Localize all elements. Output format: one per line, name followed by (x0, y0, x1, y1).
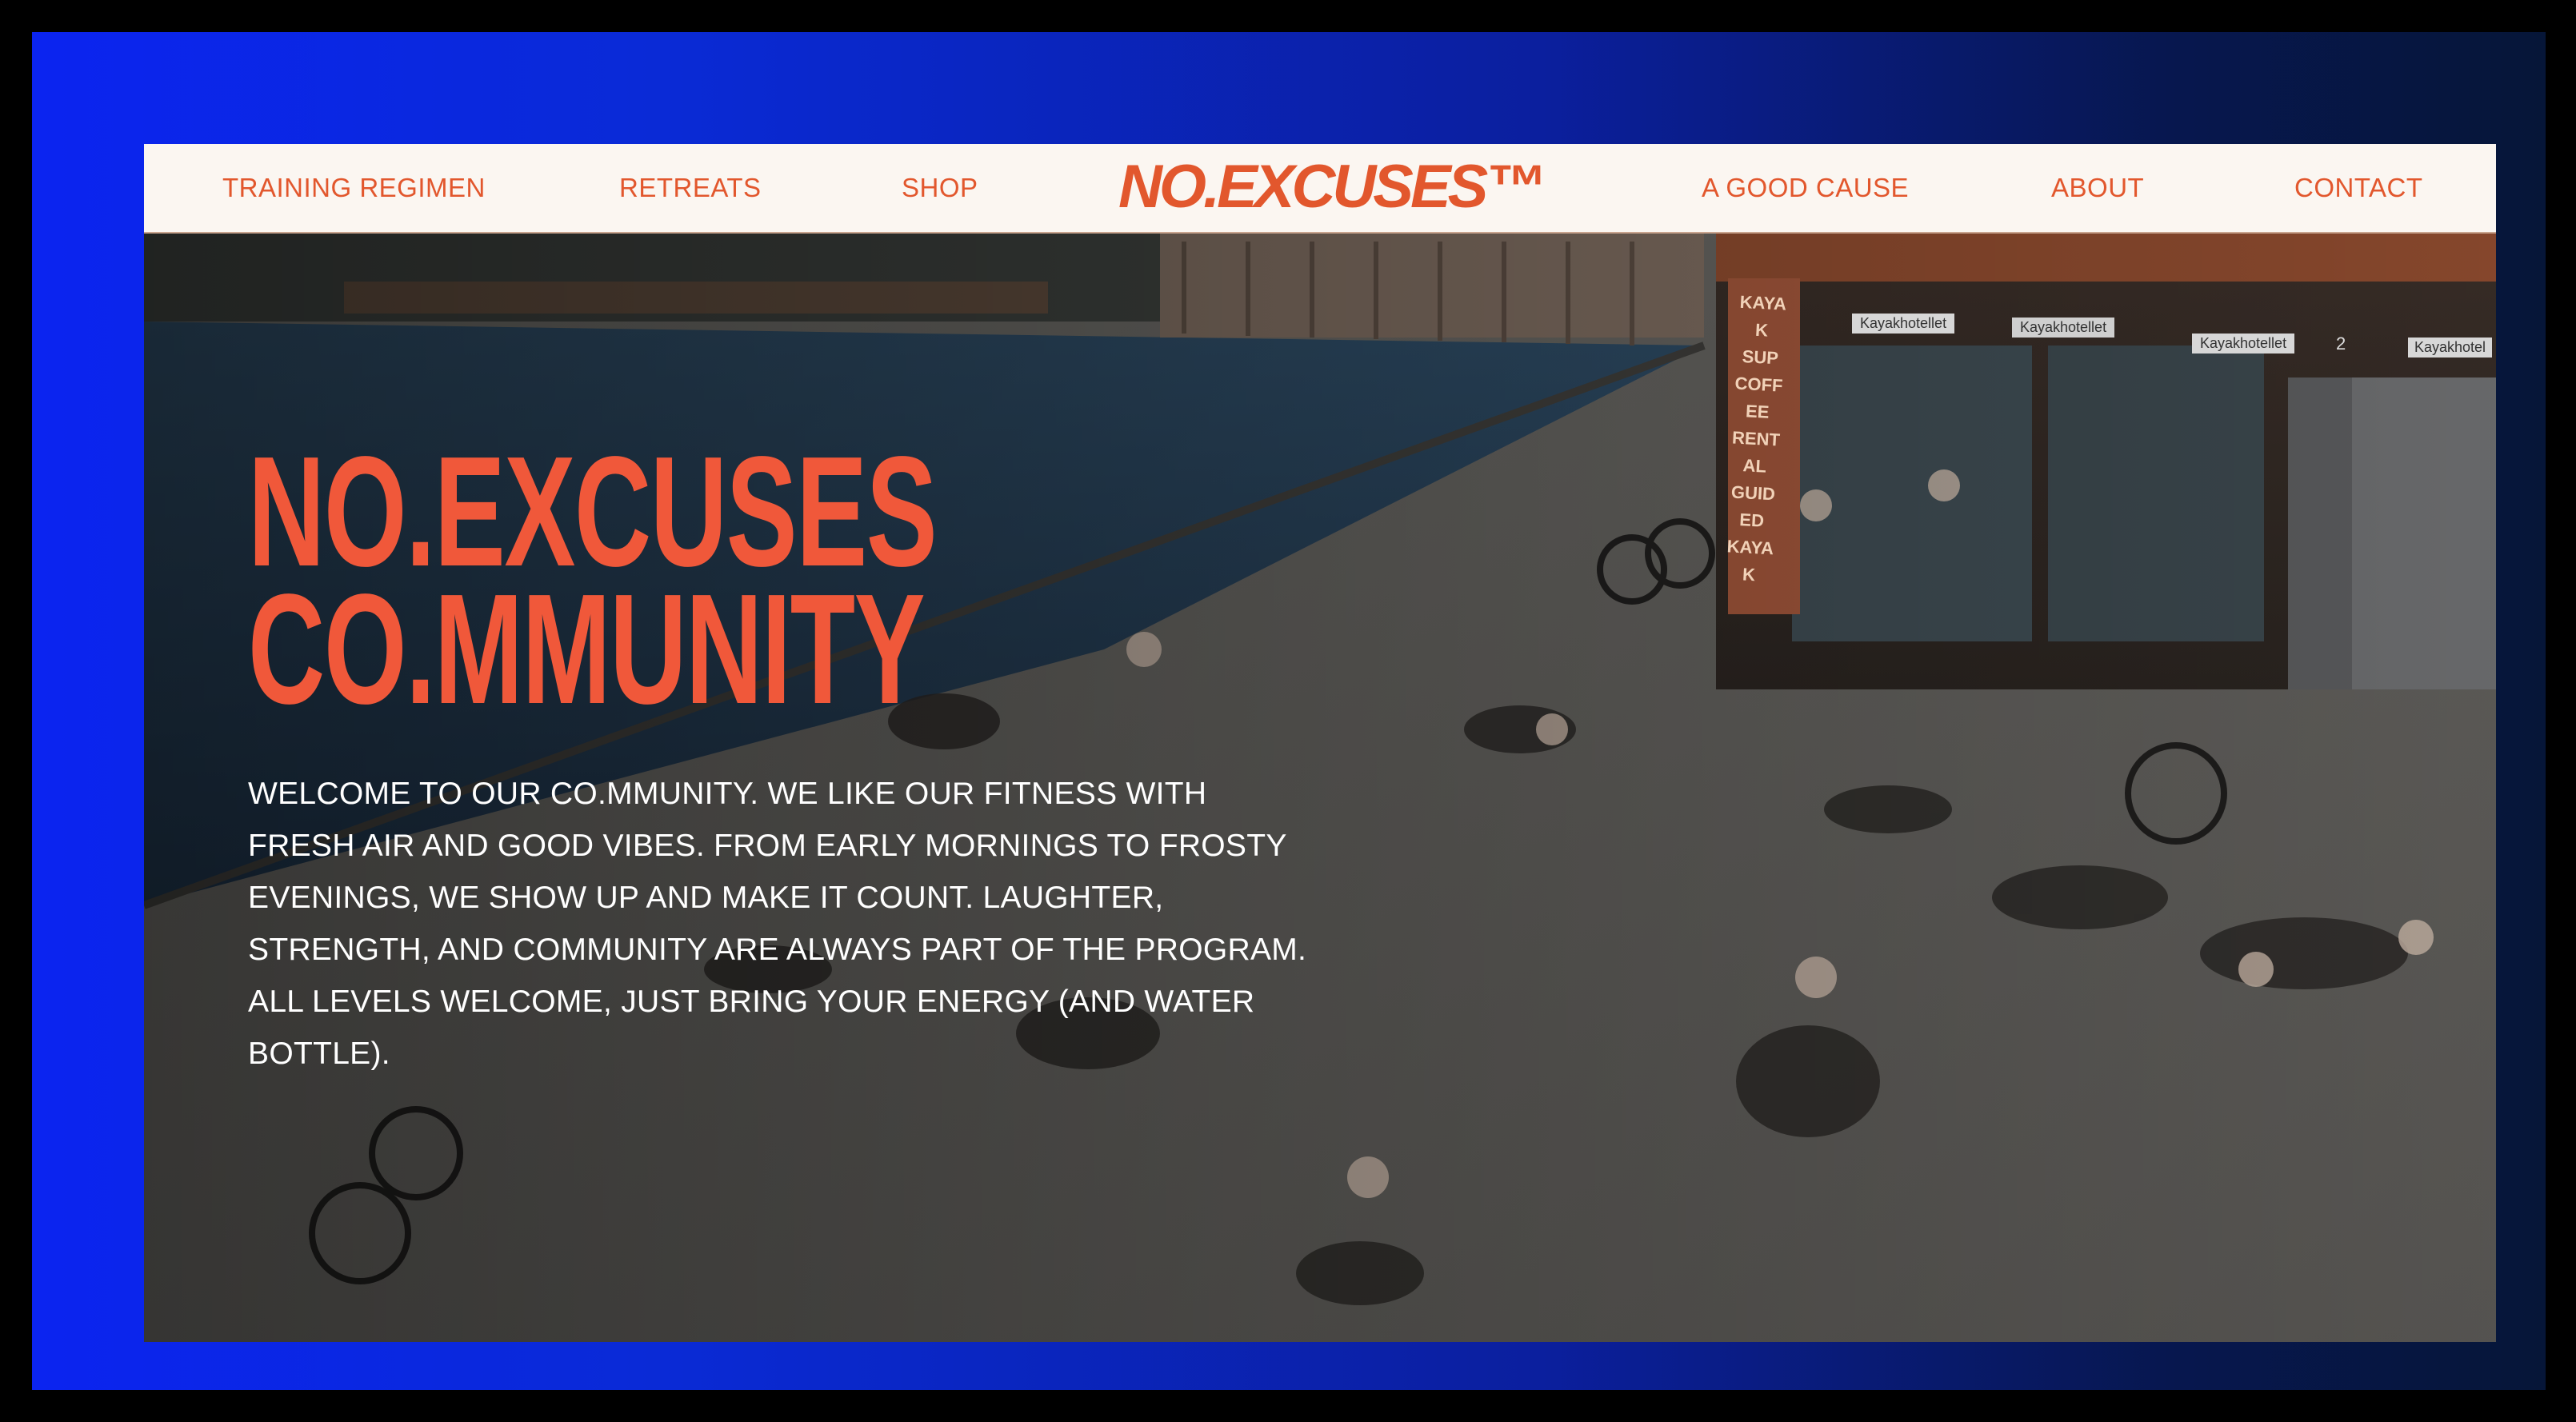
nav-contact[interactable]: CONTACT (2294, 144, 2423, 232)
website: TRAINING REGIMEN RETREATS SHOP NO.EXCUSE… (144, 144, 2496, 1342)
nav-retreats[interactable]: RETREATS (619, 144, 762, 232)
building-sign-2: Kayakhotellet (2012, 318, 2115, 338)
hero-description: WELCOME TO OUR CO.MMUNITY. WE LIKE OUR F… (248, 777, 1307, 1071)
nav-training-regimen[interactable]: TRAINING REGIMEN (222, 144, 486, 232)
nav-a-good-cause[interactable]: A GOOD CAUSE (1702, 144, 1909, 232)
nav-shop[interactable]: SHOP (902, 144, 978, 232)
hero-title-line-2: CO.MMUNITY (248, 561, 926, 737)
top-navigation: TRAINING REGIMEN RETREATS SHOP NO.EXCUSE… (144, 144, 2496, 234)
building-sign-4: Kayakhotel (2408, 338, 2493, 357)
hero-title: NO.EXCUSES CO.MMUNITY (248, 433, 938, 728)
building-sign-number: 2 (2336, 334, 2346, 354)
building-sign-3: Kayakhotellet (2192, 334, 2295, 354)
browser-frame: TRAINING REGIMEN RETREATS SHOP NO.EXCUSE… (32, 32, 2546, 1390)
nav-about[interactable]: ABOUT (2051, 144, 2144, 232)
hero-section: NO.EXCUSES CO.MMUNITY WELCOME TO OUR CO.M… (144, 234, 2496, 1342)
building-sign-1: Kayakhotellet (1852, 314, 1955, 334)
brand-logo[interactable]: NO.EXCUSES™ (1118, 144, 1546, 232)
